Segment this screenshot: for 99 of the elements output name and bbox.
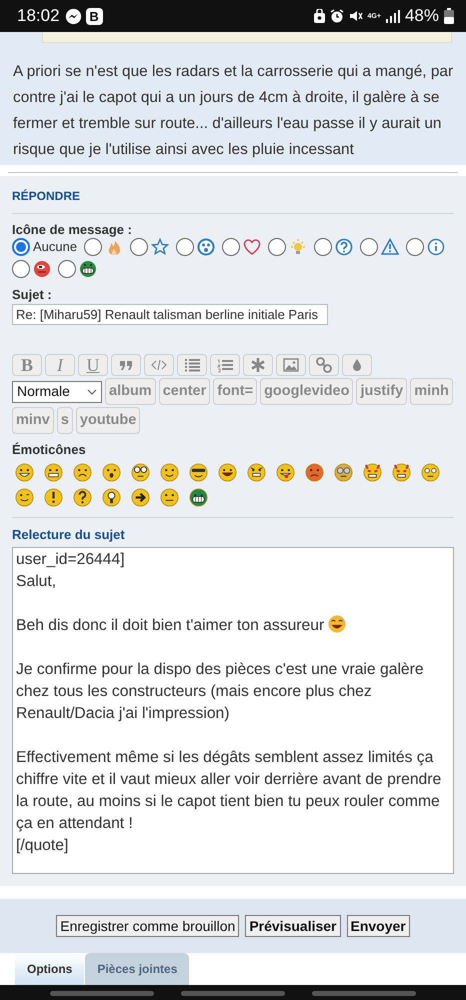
- tab[interactable]: Pièces jointes: [85, 952, 190, 984]
- tag-button[interactable]: font=: [213, 378, 258, 405]
- mute-icon: [348, 9, 363, 23]
- radio-button[interactable]: [12, 238, 30, 256]
- smiley-icon[interactable]: [160, 488, 179, 507]
- smiley-icon[interactable]: [131, 463, 150, 482]
- smiley-icon[interactable]: [189, 488, 208, 507]
- smiley-icon[interactable]: [189, 463, 208, 482]
- tag-button[interactable]: googlevideo: [260, 378, 354, 405]
- radio-button[interactable]: [130, 238, 148, 256]
- field-label: Sujet :: [12, 287, 53, 302]
- tag-button[interactable]: center: [158, 378, 210, 405]
- smiley-icon[interactable]: [218, 463, 237, 482]
- radio-label: Aucune: [33, 238, 78, 256]
- caret-icon: [87, 388, 97, 394]
- code-button[interactable]: [144, 354, 174, 376]
- tag-button[interactable]: justify: [356, 378, 408, 405]
- link-button[interactable]: [309, 354, 339, 376]
- smiley-icon[interactable]: [73, 463, 92, 482]
- tag-button[interactable]: s: [56, 407, 73, 434]
- numbered-list-icon: [217, 357, 233, 373]
- bold-button[interactable]: B: [12, 354, 42, 376]
- tag-button[interactable]: youtube: [76, 407, 140, 434]
- smiley-icon[interactable]: [363, 463, 382, 482]
- code-icon: [151, 357, 167, 373]
- smiley-icon[interactable]: [160, 463, 179, 482]
- radio-button[interactable]: [268, 238, 286, 256]
- smiley-icon[interactable]: [102, 463, 121, 482]
- radio-button[interactable]: [84, 238, 102, 256]
- submit-button[interactable]: Prévisualiser: [245, 914, 340, 936]
- surprised-face-icon: [197, 238, 216, 256]
- image-button[interactable]: [276, 354, 306, 376]
- smiley-icon[interactable]: [102, 488, 121, 507]
- list-icon: [184, 357, 200, 373]
- nav-handle[interactable]: [312, 991, 416, 996]
- question-icon: [335, 238, 354, 256]
- message-textarea[interactable]: [12, 546, 454, 874]
- smiley-icon[interactable]: [44, 488, 63, 507]
- font-size-select[interactable]: Normale: [12, 380, 102, 402]
- message-paragraph: Je confirme pour la dispo des pièces c'est une vraie galère chez tous les constructeurs (mais encore plus chez Renault/Dacia j'ai l'impression): [16, 660, 425, 724]
- tag-button[interactable]: album: [105, 378, 156, 405]
- warning-icon: [381, 238, 400, 256]
- face-icon: [33, 260, 51, 278]
- radio-button[interactable]: [360, 238, 378, 256]
- radio-button[interactable]: [176, 238, 194, 256]
- smiley-icon[interactable]: [392, 463, 411, 482]
- nav-handle[interactable]: [181, 991, 285, 996]
- list-button[interactable]: [177, 354, 207, 376]
- battery-level: 48%: [404, 5, 439, 28]
- radio-button[interactable]: [406, 238, 424, 256]
- tag-button[interactable]: minh: [410, 378, 453, 405]
- smiley-icon[interactable]: [247, 463, 266, 482]
- field-label: Icône de message :: [12, 222, 133, 237]
- message-paragraph: user_id=26444] Salut,: [16, 550, 126, 592]
- grinning-face-icon: [79, 260, 97, 278]
- italic-button[interactable]: I: [45, 354, 75, 376]
- radio-button[interactable]: [222, 238, 240, 256]
- smiley-icon[interactable]: [276, 463, 295, 482]
- section-heading: Relecture du sujet: [12, 526, 126, 544]
- radio-button[interactable]: [58, 260, 76, 278]
- smiley-icon[interactable]: [73, 488, 92, 507]
- submit-button[interactable]: Envoyer: [346, 914, 410, 936]
- smiley-icon[interactable]: [44, 463, 63, 482]
- subject-field[interactable]: Re: [Miharu59] Renault talisman berline initiale Paris: [12, 304, 328, 325]
- numbered-list-button[interactable]: [210, 354, 240, 376]
- section-heading: RÉPONDRE: [12, 187, 454, 214]
- smiley-icon[interactable]: [305, 463, 324, 482]
- lightbulb-icon: [289, 238, 308, 256]
- info-icon: [427, 238, 446, 256]
- submit-button[interactable]: Enregistrer comme brouillon: [56, 914, 240, 936]
- underline-button[interactable]: U: [78, 354, 108, 376]
- field-label: Émoticônes: [12, 442, 87, 457]
- link-icon: [316, 357, 332, 373]
- drop-button[interactable]: [342, 354, 372, 376]
- app-badge: B: [86, 8, 103, 24]
- nav-handle[interactable]: [50, 991, 154, 996]
- tag-button[interactable]: minv: [12, 407, 54, 434]
- battery-icon: [444, 8, 454, 24]
- radio-button[interactable]: [12, 260, 30, 278]
- message-paragraph: Beh dis donc il doit bien t'aimer ton assureur: [16, 614, 450, 636]
- messenger-icon: [64, 8, 82, 24]
- post-text: A priori se n'est que les radars et la carrosserie qui a mangé, par contre j'ai le capot qui a un jours de 4cm à droite, il galère à se fermer et tremble sur route... d'ailleurs l'eau passe il y aurait un risque que je l'utilise ainsi avec les pluie incessant: [13, 62, 454, 160]
- message-paragraph: Effectivement même si les dégâts semblent assez limités ça chiffre vite et il vaut mieux aller voir derrière avant de prendre la route, au moins si le capot tient bien tu peux rouler comme ça en attendant ! [/quote]: [16, 748, 442, 856]
- smiley-icon[interactable]: [131, 488, 150, 507]
- clock-time: 18:02: [17, 5, 60, 28]
- quote-button[interactable]: [111, 354, 141, 376]
- alarm-icon: [330, 9, 344, 23]
- heart-icon: [243, 238, 262, 256]
- smiley-icon[interactable]: [421, 463, 440, 482]
- smiley-icon[interactable]: [15, 488, 34, 507]
- lock-icon: [314, 9, 325, 23]
- image-icon: [283, 357, 299, 373]
- signal-icon: [386, 10, 400, 22]
- asterisk-icon: [250, 357, 266, 373]
- radio-button[interactable]: [314, 238, 332, 256]
- star-icon: [151, 238, 170, 256]
- smiley-icon[interactable]: [15, 463, 34, 482]
- asterisk-button[interactable]: [243, 354, 273, 376]
- tab[interactable]: Options: [15, 952, 84, 984]
